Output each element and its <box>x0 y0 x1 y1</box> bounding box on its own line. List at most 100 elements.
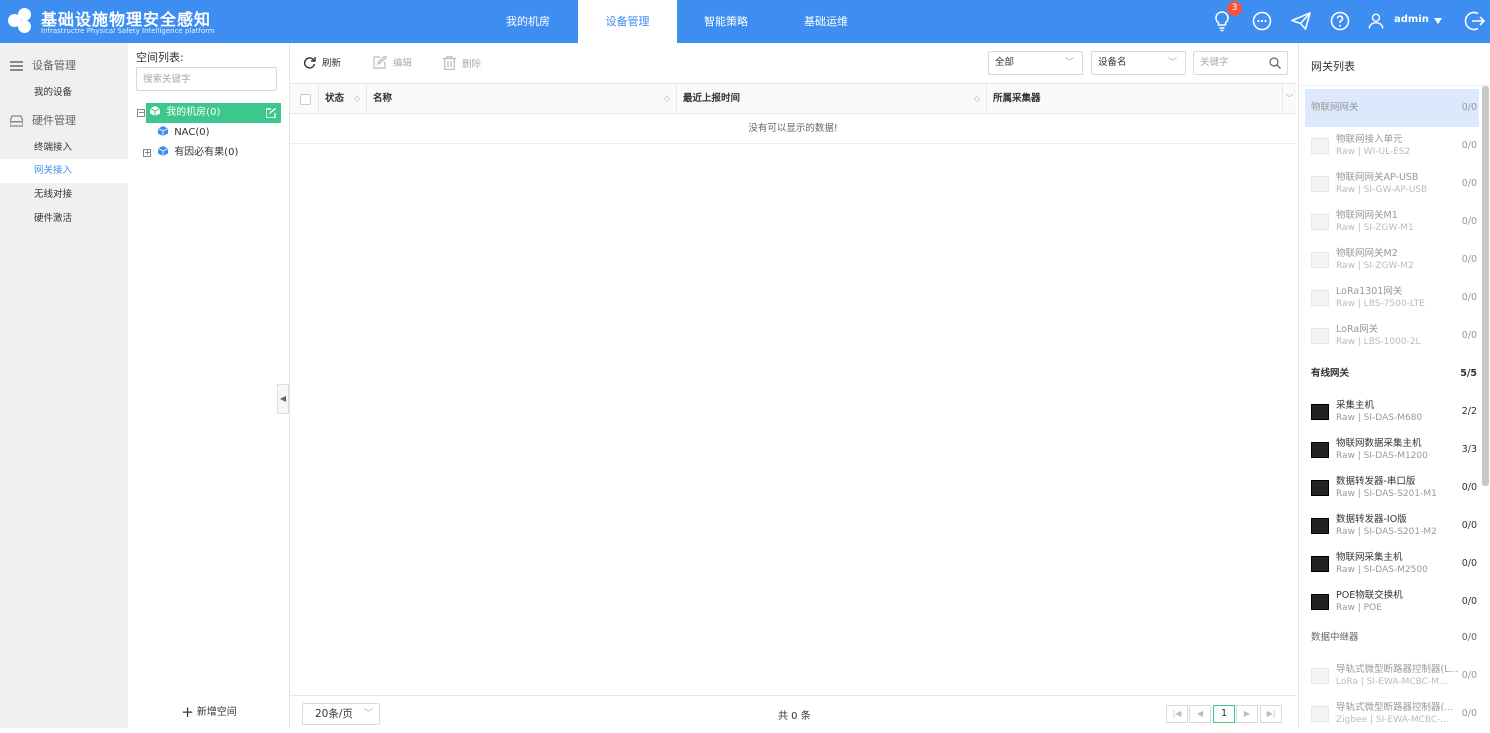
gateway-count: 0/0 <box>1461 178 1477 189</box>
user-name[interactable]: admin <box>1394 14 1429 25</box>
chevron-down-icon: ﹀ <box>1167 58 1177 68</box>
main-panel: 刷新 编辑 删除 全部 ﹀ 设备名 ﹀ 关键字 状态 ◇ 名称 ◇ 最近上报时间 ◇ <box>290 43 1296 728</box>
scope-select[interactable]: 全部 ﹀ <box>988 51 1083 75</box>
current-page[interactable]: 1 <box>1213 705 1235 723</box>
logout-icon[interactable] <box>1463 9 1487 33</box>
gateway-count: 0/0 <box>1461 558 1477 569</box>
column-label: 名称 <box>373 93 393 104</box>
empty-message: 没有可以显示的数据! <box>290 114 1296 144</box>
next-page-button[interactable]: ▶ <box>1236 705 1258 723</box>
sidebar-item-hardware-activation[interactable]: 硬件激活 <box>0 207 128 231</box>
gateway-list-item[interactable]: 导轨式微型断路器控制器(... Zigbee | SI-EWA-MCBC-... 0… <box>1305 695 1479 733</box>
gateway-category-relay[interactable]: 数据中继器 0/0 <box>1305 619 1479 657</box>
sidebar-group-hardware-management[interactable]: 硬件管理 <box>0 109 128 133</box>
logo-icon <box>8 6 36 34</box>
tree-collapse-toggle[interactable]: − <box>137 109 145 117</box>
gateway-list-item[interactable]: 导轨式微型断路器控制器(L... LoRa | SI-EWA-MCBC-M... 0… <box>1305 657 1479 695</box>
sidebar-item-my-devices[interactable]: 我的设备 <box>0 81 128 105</box>
gateway-list-item[interactable]: 物联网网关AP-USB Raw | SI-GW-AP-USB 0/0 <box>1305 165 1479 203</box>
gateway-count: 3/3 <box>1461 444 1477 455</box>
add-space-button[interactable]: + 新增空间 <box>128 703 290 721</box>
chevron-down-icon[interactable] <box>1434 18 1442 24</box>
column-last-report-time[interactable]: 最近上报时间 ◇ <box>677 84 987 114</box>
send-icon[interactable] <box>1289 9 1313 33</box>
gateway-panel-title: 网关列表 <box>1299 43 1490 86</box>
column-label: 最近上报时间 <box>683 93 741 104</box>
list-icon <box>10 61 23 71</box>
edit-icon[interactable] <box>266 108 276 118</box>
tree-node-label: 我的机房(0) <box>166 107 221 118</box>
gateway-name: 物联网网关M2 <box>1336 248 1398 259</box>
tree-node-nac[interactable]: NAC(0) <box>158 123 209 143</box>
delete-button[interactable]: 删除 <box>443 56 481 72</box>
select-all-cell <box>290 84 319 114</box>
column-name[interactable]: 名称 ◇ <box>367 84 677 114</box>
first-page-button[interactable]: |◀ <box>1166 705 1188 723</box>
sidebar-item-terminal-access[interactable]: 终端接入 <box>0 136 128 160</box>
gateway-category-wired[interactable]: 有线网关 5/5 <box>1305 355 1479 393</box>
gateway-list-item[interactable]: 数据转发器-串口版 Raw | SI-DAS-S201-M1 0/0 <box>1305 469 1479 507</box>
gateway-model: Raw | SI-DAS-M2500 <box>1336 565 1428 575</box>
gateway-list-item[interactable]: LoRa网关 Raw | LBS-1000-2L 0/0 <box>1305 317 1479 355</box>
gateway-list-item[interactable]: 物联网网关M2 Raw | SI-ZGW-M2 0/0 <box>1305 241 1479 279</box>
sidebar-group-device-management[interactable]: 设备管理 <box>0 54 128 78</box>
field-select[interactable]: 设备名 ﹀ <box>1091 51 1186 75</box>
tree-node-cause-effect[interactable]: 有因必有果(0) <box>158 143 238 163</box>
nav-smart-policy[interactable]: 智能策略 <box>682 0 770 43</box>
sort-icon: ◇ <box>663 94 670 103</box>
host-device-icon <box>1311 442 1329 458</box>
prev-page-button[interactable]: ◀ <box>1189 705 1211 723</box>
refresh-button[interactable]: 刷新 <box>303 56 341 72</box>
gateway-count: 0/0 <box>1461 254 1477 265</box>
gateway-model: Raw | SI-DAS-S201-M1 <box>1336 489 1437 499</box>
nav-my-room[interactable]: 我的机房 <box>482 0 574 43</box>
collapse-tree-button[interactable]: ◀ <box>277 384 289 414</box>
gateway-category-iot[interactable]: 物联网网关 0/0 <box>1305 89 1479 127</box>
gateway-model: Raw | POE <box>1336 603 1382 613</box>
search-icon[interactable] <box>1269 57 1281 69</box>
sidebar-group-label: 硬件管理 <box>32 114 76 127</box>
nav-device-management[interactable]: 设备管理 <box>578 0 677 43</box>
gateway-panel: 网关列表 物联网网关 0/0 物联网接入单元 Raw | WI-UL-ES2 0/0… <box>1298 43 1490 728</box>
chat-icon[interactable] <box>1250 9 1274 33</box>
nav-basic-ops[interactable]: 基础运维 <box>780 0 872 43</box>
sidebar-item-gateway-access[interactable]: 网关接入 <box>0 159 128 183</box>
sidebar: 设备管理 我的设备 硬件管理 终端接入 网关接入 无线对接 硬件激活 <box>0 43 128 728</box>
help-icon[interactable] <box>1328 9 1352 33</box>
page-size-select[interactable]: 20条/页 ﹀ <box>302 703 380 725</box>
column-menu-icon[interactable]: ﹀ <box>1282 84 1296 114</box>
category-label: 数据中继器 <box>1311 632 1359 643</box>
edit-button[interactable]: 编辑 <box>373 55 412 72</box>
gateway-list-item[interactable]: 采集主机 Raw | SI-DAS-M680 2/2 <box>1305 393 1479 431</box>
gateway-list-item[interactable]: 物联网数据采集主机 Raw | SI-DAS-M1200 3/3 <box>1305 431 1479 469</box>
gateway-panel-scrollbar[interactable] <box>1482 86 1489 486</box>
keyword-search-input[interactable]: 关键字 <box>1193 51 1288 75</box>
sort-icon: ◇ <box>353 94 360 103</box>
gateway-list-item[interactable]: LoRa1301网关 Raw | LBS-7500-LTE 0/0 <box>1305 279 1479 317</box>
gateway-name: 物联网网关M1 <box>1336 210 1398 221</box>
tree-search-input[interactable] <box>136 67 277 91</box>
gateway-model: Raw | SI-ZGW-M2 <box>1336 261 1414 271</box>
gateway-list-item[interactable]: 物联网采集主机 Raw | SI-DAS-M2500 0/0 <box>1305 545 1479 583</box>
gateway-list-item[interactable]: 物联网网关M1 Raw | SI-ZGW-M1 0/0 <box>1305 203 1479 241</box>
gateway-list-item[interactable]: 数据转发器-IO版 Raw | SI-DAS-S201-M2 0/0 <box>1305 507 1479 545</box>
gateway-name: 采集主机 <box>1336 400 1375 411</box>
column-collector[interactable]: 所属采集器 ﹀ <box>987 84 1296 114</box>
chevron-down-icon: ﹀ <box>363 709 373 719</box>
app-subtitle: Infrastructre Physical Safety Intelligen… <box>41 27 215 35</box>
sidebar-item-wireless-docking[interactable]: 无线对接 <box>0 183 128 207</box>
user-icon[interactable] <box>1366 9 1386 33</box>
gateway-name: 物联网接入单元 <box>1336 134 1403 145</box>
gateway-model: Raw | SI-DAS-M680 <box>1336 413 1423 423</box>
tree-node-my-room[interactable]: 我的机房(0) <box>146 103 281 123</box>
gateway-list-item[interactable]: POE物联交换机 Raw | POE 0/0 <box>1305 583 1479 621</box>
column-label: 状态 <box>325 93 345 104</box>
gateway-device-icon <box>1311 138 1329 154</box>
gateway-list-item[interactable]: 物联网接入单元 Raw | WI-UL-ES2 0/0 <box>1305 127 1479 165</box>
keyword-placeholder: 关键字 <box>1200 57 1229 68</box>
last-page-button[interactable]: ▶| <box>1260 705 1282 723</box>
gateway-count: 0/0 <box>1461 708 1477 719</box>
select-all-checkbox[interactable] <box>300 94 311 105</box>
column-status[interactable]: 状态 ◇ <box>319 84 367 114</box>
tree-expand-toggle[interactable]: + <box>143 149 151 157</box>
